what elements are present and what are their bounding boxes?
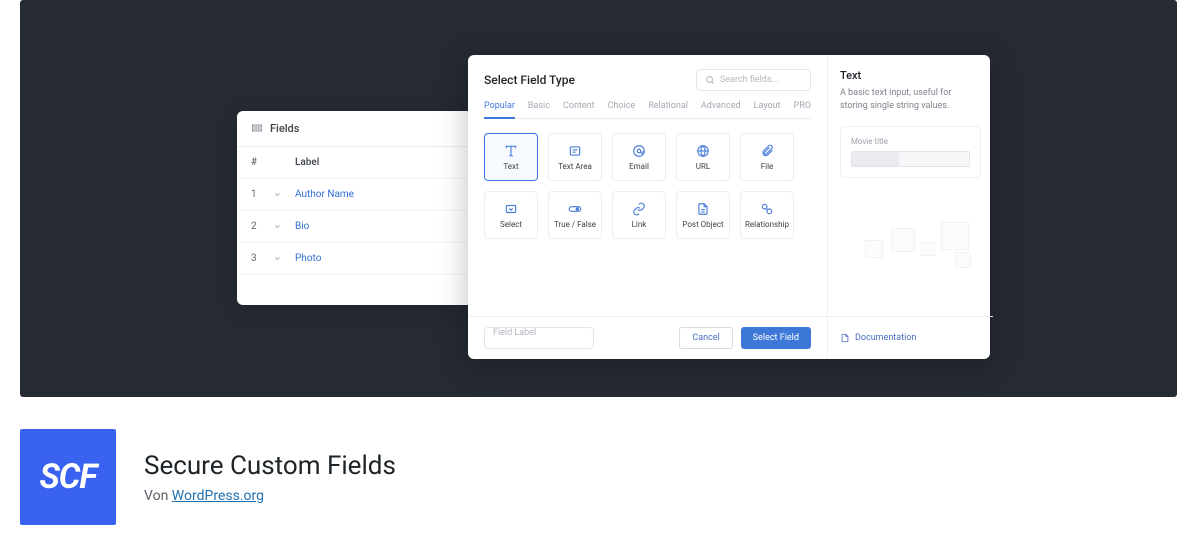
type-truefalse[interactable]: True / False [548, 191, 602, 239]
select-field-button[interactable]: Select Field [741, 327, 811, 349]
modal-tabs: Popular Basic Content Choice Relational … [484, 101, 811, 119]
select-icon [504, 202, 518, 216]
fields-panel: Fields # Label 1 Author Name 2 Bio 3 Pho… [237, 111, 482, 305]
plugin-author-line: Von WordPress.org [144, 488, 396, 504]
side-description: A basic text input, useful for storing s… [840, 87, 981, 112]
preview-label: Movie title [851, 137, 970, 146]
plugin-name: Secure Custom Fields [144, 451, 396, 481]
modal-main: Select Field Type Search fields... Popul… [468, 55, 827, 316]
type-link[interactable]: Link [612, 191, 666, 239]
document-icon [840, 333, 850, 343]
plugin-author-link[interactable]: WordPress.org [172, 488, 264, 504]
tab-basic[interactable]: Basic [528, 101, 550, 118]
hero-banner: Fields # Label 1 Author Name 2 Bio 3 Pho… [20, 0, 1177, 397]
side-title: Text [840, 69, 981, 82]
type-url[interactable]: URL [676, 133, 730, 181]
col-label: Label [295, 157, 319, 168]
chevron-down-icon[interactable] [273, 190, 295, 199]
chevron-down-icon[interactable] [273, 222, 295, 231]
tab-pro[interactable]: PRO [794, 101, 811, 118]
table-row[interactable]: 3 Photo [237, 243, 482, 275]
globe-icon [696, 144, 710, 158]
tab-content[interactable]: Content [563, 101, 595, 118]
tab-layout[interactable]: Layout [754, 101, 781, 118]
textarea-icon [568, 144, 582, 158]
field-type-modal: Select Field Type Search fields... Popul… [468, 55, 990, 359]
field-label-link[interactable]: Author Name [295, 189, 354, 200]
document-icon [696, 202, 710, 216]
type-text[interactable]: Text [484, 133, 538, 181]
paperclip-icon [760, 144, 774, 158]
fields-header-row: # Label [237, 147, 482, 179]
table-row[interactable]: 2 Bio [237, 211, 482, 243]
decorative-squares [855, 222, 985, 272]
tab-popular[interactable]: Popular [484, 101, 515, 119]
fields-panel-title: Fields [270, 122, 299, 135]
col-number: # [251, 157, 273, 168]
field-label-link[interactable]: Bio [295, 221, 309, 232]
plugin-meta: Secure Custom Fields Von WordPress.org [144, 451, 396, 504]
fields-icon [251, 123, 263, 135]
plugin-icon: SCF [20, 429, 116, 525]
plugin-header: SCF Secure Custom Fields Von WordPress.o… [0, 397, 1197, 557]
table-row[interactable]: 1 Author Name [237, 179, 482, 211]
tab-advanced[interactable]: Advanced [701, 101, 741, 118]
modal-sidebar: Text A basic text input, useful for stor… [827, 55, 993, 316]
relationship-icon [760, 202, 774, 216]
modal-title: Select Field Type [484, 73, 575, 87]
modal-footer: Field Label Cancel Select Field [468, 316, 827, 359]
search-input[interactable]: Search fields... [696, 69, 811, 91]
field-preview: Movie title [840, 126, 981, 178]
type-select[interactable]: Select [484, 191, 538, 239]
tab-choice[interactable]: Choice [608, 101, 636, 118]
type-file[interactable]: File [740, 133, 794, 181]
field-type-grid: Text Text Area Email URL File [484, 133, 811, 239]
cancel-button[interactable]: Cancel [679, 327, 732, 349]
text-icon [504, 144, 518, 158]
fields-panel-header: Fields [237, 111, 482, 147]
type-relationship[interactable]: Relationship [740, 191, 794, 239]
link-icon [632, 202, 646, 216]
preview-input [851, 151, 970, 167]
type-postobject[interactable]: Post Object [676, 191, 730, 239]
search-icon [705, 75, 715, 85]
tab-relational[interactable]: Relational [648, 101, 688, 118]
type-textarea[interactable]: Text Area [548, 133, 602, 181]
chevron-down-icon[interactable] [273, 254, 295, 263]
field-label-input[interactable]: Field Label [484, 327, 594, 349]
email-icon [632, 144, 646, 158]
documentation-link[interactable]: Documentation [827, 316, 993, 359]
field-label-link[interactable]: Photo [295, 253, 321, 264]
toggle-icon [567, 202, 583, 216]
type-email[interactable]: Email [612, 133, 666, 181]
